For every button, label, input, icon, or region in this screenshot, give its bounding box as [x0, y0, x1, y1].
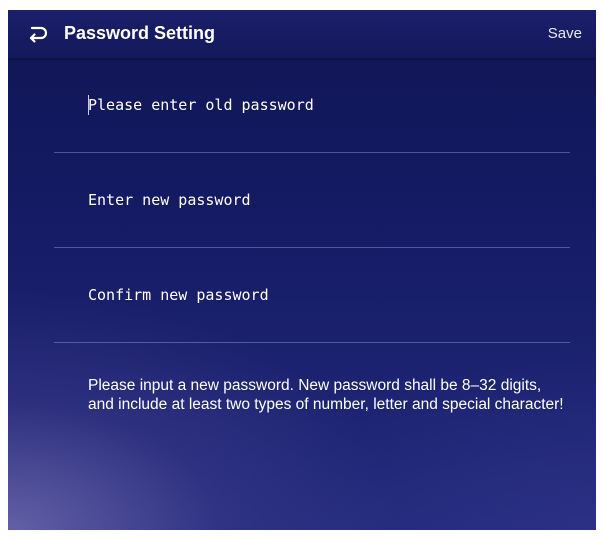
text-cursor — [88, 95, 89, 115]
confirm-password-field[interactable] — [54, 248, 570, 342]
password-setting-screen: Password Setting Save Please input a new… — [8, 10, 596, 530]
new-password-row — [54, 153, 570, 247]
confirm-password-row — [54, 248, 570, 342]
old-password-row — [54, 58, 570, 152]
save-button[interactable]: Save — [548, 25, 582, 42]
divider — [54, 342, 570, 343]
back-arrow-icon — [26, 22, 50, 46]
page-title: Password Setting — [64, 23, 216, 43]
old-password-field[interactable] — [54, 58, 570, 152]
new-password-field[interactable] — [54, 153, 570, 247]
password-rules-hint: Please input a new password. New passwor… — [88, 377, 564, 413]
back-button[interactable] — [26, 22, 50, 46]
top-bar: Password Setting Save — [8, 10, 596, 58]
